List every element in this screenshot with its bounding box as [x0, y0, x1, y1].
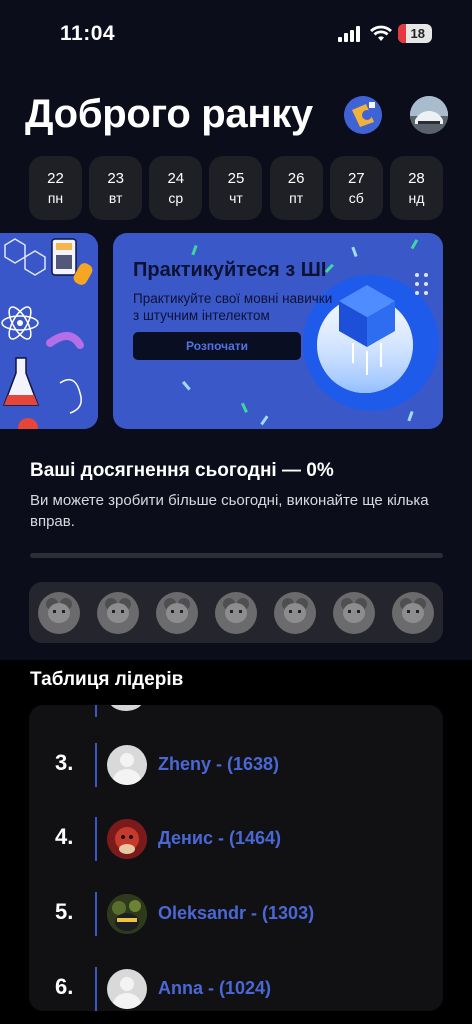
divider [95, 967, 97, 1011]
leaderboard-row[interactable]: 3. Zheny - (1638) [29, 743, 443, 787]
rank-number: 5. [55, 899, 74, 924]
day-weekday: пт [289, 190, 304, 206]
divider [95, 892, 97, 936]
medals-strip [29, 582, 443, 643]
day-cell[interactable]: 28 нд [389, 156, 443, 220]
ai-practice-card[interactable]: Практикуйтеся з ШІ Практикуйте свої мовн… [113, 233, 443, 429]
leaderboard-title: Таблиця лідерів [30, 669, 184, 690]
leaderboard-panel: 3. Zheny - (1638) 4. Денис - (1464) 5. O… [29, 705, 443, 1011]
battery-icon: 18 [398, 24, 432, 43]
divider [95, 705, 97, 717]
avatar [107, 894, 147, 934]
leaderboard-row[interactable]: 6. Anna - (1024) [29, 967, 443, 1011]
day-cell[interactable]: 25 чт [209, 156, 263, 220]
player-name[interactable]: Zheny - (1638) [158, 754, 279, 775]
day-weekday: нд [408, 190, 425, 206]
status-bar: 11:04 18 [0, 0, 472, 70]
bear-medal-2-icon[interactable] [96, 591, 139, 634]
day-cell[interactable]: 26 пт [269, 156, 323, 220]
player-name[interactable]: Oleksandr - (1303) [158, 903, 314, 924]
rank-number: 3. [55, 750, 74, 775]
ai-card-subtitle: Практикуйте свої мовні навички з штучним… [133, 291, 333, 323]
bear-medal-1-icon[interactable] [37, 591, 80, 634]
cellular-signal-icon [338, 26, 360, 42]
day-number: 24 [167, 170, 185, 187]
bear-medal-3-icon[interactable] [155, 591, 198, 634]
bear-medal-5-icon[interactable] [274, 591, 317, 634]
day-number: 22 [47, 170, 64, 187]
day-cell[interactable]: 22 пн [29, 156, 82, 220]
day-weekday: чт [229, 190, 243, 206]
achievements-subtitle: Ви можете зробити більше сьогодні, викон… [30, 492, 429, 530]
rank-number: 4. [55, 824, 74, 849]
day-number: 23 [107, 170, 124, 187]
day-cell[interactable]: 23 вт [89, 156, 143, 220]
avatar [107, 819, 147, 859]
player-name[interactable]: Денис - (1464) [158, 828, 281, 849]
status-time: 11:04 [60, 22, 116, 45]
day-weekday: вт [108, 190, 123, 206]
day-weekday: ср [168, 190, 184, 206]
day-weekday: пн [47, 190, 64, 206]
science-illustration-icon [0, 233, 98, 429]
day-cell[interactable]: 27 сб [329, 156, 383, 220]
divider [95, 743, 97, 787]
achievements-title: Ваші досягнення сьогодні — 0% [30, 460, 334, 481]
day-number: 27 [347, 170, 365, 187]
profile-avatar[interactable] [410, 96, 448, 134]
science-promo-card[interactable] [0, 233, 98, 429]
ai-card-title: Практикуйтеся з ШІ [133, 259, 327, 281]
start-button[interactable]: Розпочати [133, 332, 301, 360]
language-badge-icon[interactable] [344, 96, 382, 134]
divider [95, 817, 97, 861]
day-cell[interactable]: 24 ср [149, 156, 203, 220]
leaderboard-row[interactable]: 5. Oleksandr - (1303) [29, 892, 443, 936]
bear-medal-6-icon[interactable] [333, 591, 376, 634]
avatar [107, 969, 147, 1009]
achievements-progress-bar [30, 553, 443, 558]
leaderboard-row[interactable]: 4. Денис - (1464) [29, 817, 443, 861]
greeting-title: Доброго ранку [25, 92, 313, 136]
rank-number: 6. [55, 974, 74, 999]
avatar [107, 745, 147, 785]
bear-medal-4-icon[interactable] [214, 591, 257, 634]
player-name[interactable]: Anna - (1024) [158, 978, 271, 999]
day-weekday: сб [348, 190, 364, 206]
avatar [109, 705, 143, 711]
week-calendar: 22 пн 23 вт 24 ср 25 чт 26 пт 27 сб 28 нд [29, 156, 443, 220]
wifi-icon [370, 25, 392, 41]
day-number: 28 [408, 170, 425, 187]
day-number: 25 [227, 170, 245, 187]
battery-level: 18 [410, 26, 425, 41]
bear-medal-7-icon[interactable] [392, 591, 435, 634]
day-number: 26 [287, 170, 305, 187]
